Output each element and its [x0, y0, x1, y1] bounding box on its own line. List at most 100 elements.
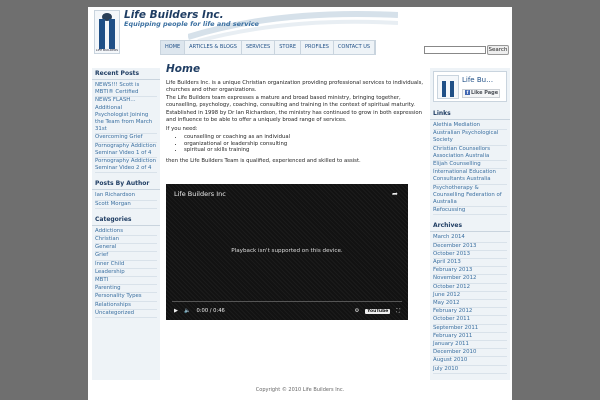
video-progress-bar[interactable]	[172, 301, 402, 302]
authors-list: Ian Richardson Scott Morgan	[92, 192, 160, 209]
archive-link[interactable]: February 2013	[433, 267, 507, 276]
search-button[interactable]: Search	[487, 45, 509, 55]
closing-paragraph: then the Life Builders Team is qualified…	[166, 157, 361, 164]
logo-pillar-left	[99, 19, 105, 49]
category-link[interactable]: Parenting	[95, 285, 157, 294]
category-link[interactable]: Leadership	[95, 269, 157, 278]
share-icon[interactable]: ➦	[392, 190, 400, 198]
category-link[interactable]: Uncategorized	[95, 310, 157, 319]
category-link[interactable]: Personality Types	[95, 293, 157, 302]
archive-link[interactable]: April 2013	[433, 259, 507, 268]
archive-link[interactable]: October 2011	[433, 316, 507, 325]
category-link[interactable]: General	[95, 244, 157, 253]
archive-link[interactable]: November 2012	[433, 275, 507, 284]
category-link[interactable]: Christian	[95, 236, 157, 245]
facebook-widget: Life Bu… f Like Page	[433, 71, 507, 102]
main-nav: HOME ARTICLES & BLOGS SERVICES STORE PRO…	[160, 40, 377, 55]
needs-list: counselling or coaching as an individual…	[166, 134, 424, 154]
video-time: 0:00 / 0:46	[196, 308, 225, 314]
team-paragraph: The Life Builders team expresses a matur…	[166, 95, 415, 108]
category-link[interactable]: Inner Child	[95, 261, 157, 269]
needs-item: organizational or leadership consulting	[184, 141, 424, 148]
logo-pillar-left	[442, 81, 446, 97]
fullscreen-icon[interactable]: ⛶	[396, 308, 400, 315]
external-link[interactable]: Australian Psychological Society	[433, 130, 507, 146]
archive-link[interactable]: September 2011	[433, 325, 507, 333]
categories-list: Addictions Christian General Grief Inner…	[92, 228, 160, 319]
author-link[interactable]: Ian Richardson	[95, 192, 157, 201]
archive-link[interactable]: June 2012	[433, 292, 507, 301]
facebook-like-button[interactable]: f Like Page	[462, 89, 500, 98]
external-link[interactable]: Elijah Counselling	[433, 161, 507, 170]
archive-link[interactable]: July 2010	[433, 366, 507, 374]
category-link[interactable]: MBTI	[95, 277, 157, 286]
page-title: Home	[166, 63, 201, 75]
intro-paragraph: Life Builders Inc. is a unique Christian…	[166, 80, 424, 93]
facebook-page-name[interactable]: Life Bu…	[462, 76, 493, 84]
nav-services[interactable]: SERVICES	[242, 41, 276, 54]
recent-post-link[interactable]: Pornography Addiction Seminar Video 1 of…	[95, 143, 157, 159]
video-controls: ▶ 🔈 0:00 / 0:46 ⚙ YouTube ⛶	[174, 306, 400, 316]
recent-posts-list: NEWS!!! Scott is MBTI® Certified NEWS FL…	[92, 82, 160, 174]
archive-link[interactable]: February 2011	[433, 333, 507, 342]
recent-post-link[interactable]: NEWS FLASH… Additional Psychologist Join…	[95, 97, 157, 135]
needs-intro: If you need:	[166, 125, 198, 132]
external-link[interactable]: Christian Counsellors Association Austra…	[433, 146, 507, 162]
category-link[interactable]: Grief	[95, 252, 157, 261]
posts-by-author-heading: Posts By Author	[92, 178, 160, 191]
site-tagline: Equipping people for life and service	[124, 20, 259, 28]
archive-link[interactable]: February 2012	[433, 308, 507, 317]
archive-link[interactable]: December 2013	[433, 243, 507, 251]
archive-link[interactable]: May 2012	[433, 300, 507, 309]
search-input[interactable]	[424, 46, 486, 54]
archive-link[interactable]: August 2010	[433, 357, 507, 366]
copyright-text: Copyright © 2010 Life Builders Inc.	[255, 387, 345, 393]
main-content: Home Life Builders Inc. is a unique Chri…	[166, 63, 424, 167]
archives-heading: Archives	[430, 220, 510, 233]
youtube-logo[interactable]: YouTube	[365, 308, 391, 314]
external-link[interactable]: Alethia Mediation	[433, 122, 507, 131]
nav-articles-blogs[interactable]: ARTICLES & BLOGS	[185, 41, 242, 54]
page: LIFE BUILDERS Life Builders Inc. Equippi…	[88, 7, 512, 385]
links-list: Alethia Mediation Australian Psychologic…	[430, 122, 510, 216]
external-link[interactable]: International Education Consultants Aust…	[433, 169, 507, 185]
categories-heading: Categories	[92, 214, 160, 226]
nav-contact-us[interactable]: CONTACT US	[334, 41, 376, 54]
nav-home[interactable]: HOME	[161, 41, 186, 54]
video-title[interactable]: Life Builders Inc	[174, 190, 226, 198]
external-link[interactable]: Refocussing	[433, 207, 507, 216]
history-paragraph: Established in 1998 by Dr Ian Richardson…	[166, 110, 422, 123]
archive-link[interactable]: January 2011	[433, 341, 507, 350]
facebook-page-logo[interactable]	[437, 75, 459, 99]
recent-post-link[interactable]: Pornography Addiction Seminar Video 2 of…	[95, 158, 157, 174]
left-sidebar: Recent Posts NEWS!!! Scott is MBTI® Cert…	[92, 68, 160, 380]
nav-store[interactable]: STORE	[275, 41, 302, 54]
footer: Copyright © 2010 Life Builders Inc.	[88, 385, 512, 400]
needs-item: counselling or coaching as an individual	[184, 134, 424, 141]
external-link[interactable]: Psychotherapy & Counselling Federation o…	[433, 185, 507, 208]
recent-post-link[interactable]: NEWS!!! Scott is MBTI® Certified	[95, 82, 157, 98]
facebook-icon: f	[465, 90, 470, 95]
needs-item: spiritual or skills training	[184, 147, 424, 154]
category-link[interactable]: Addictions	[95, 228, 157, 237]
author-link[interactable]: Scott Morgan	[95, 201, 157, 209]
like-label: Like Page	[471, 90, 499, 96]
right-sidebar: Life Bu… f Like Page Links Alethia Mediat…	[430, 68, 510, 380]
recent-posts-heading: Recent Posts	[92, 68, 160, 80]
volume-icon[interactable]: 🔈	[184, 308, 190, 314]
site-logo[interactable]: LIFE BUILDERS	[94, 10, 120, 54]
archive-link[interactable]: October 2013	[433, 251, 507, 260]
archive-link[interactable]: October 2012	[433, 284, 507, 292]
video-player[interactable]: Life Builders Inc ➦ Playback isn't suppo…	[166, 184, 408, 320]
recent-post-link[interactable]: Overcoming Grief	[95, 134, 157, 143]
archives-list: March 2014 December 2013 October 2013 Ap…	[430, 234, 510, 374]
settings-gear-icon[interactable]: ⚙	[355, 308, 360, 314]
archive-link[interactable]: March 2014	[433, 234, 507, 243]
logo-word: LIFE BUILDERS	[95, 48, 119, 52]
category-link[interactable]: Relationships	[95, 302, 157, 310]
nav-profiles[interactable]: PROFILES	[301, 41, 334, 54]
logo-pillar-right	[450, 81, 454, 97]
links-heading: Links	[430, 108, 510, 120]
archive-link[interactable]: December 2010	[433, 349, 507, 358]
play-icon[interactable]: ▶	[174, 308, 178, 314]
